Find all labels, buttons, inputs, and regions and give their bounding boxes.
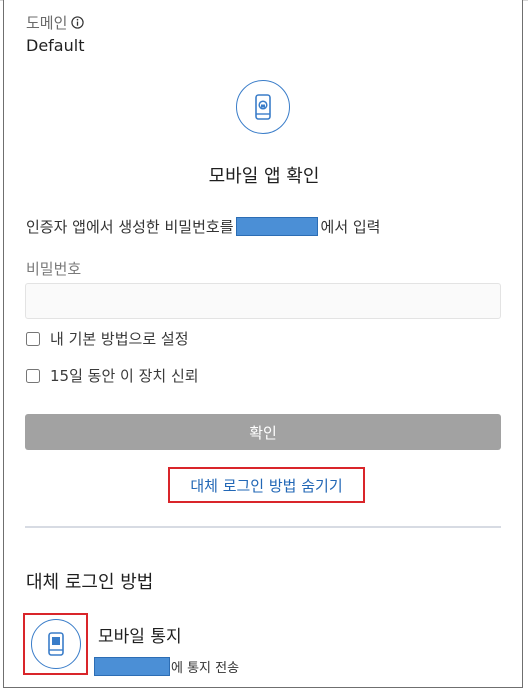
highlight-box-notification-icon bbox=[23, 613, 88, 675]
trust-device-checkbox[interactable] bbox=[26, 368, 40, 383]
mobile-notification-icon[interactable] bbox=[30, 619, 81, 669]
page-title: 모바일 앱 확인 bbox=[208, 166, 320, 187]
divider bbox=[25, 526, 501, 528]
redacted-app-name bbox=[235, 217, 318, 236]
alternative-method-title[interactable]: 모바일 통지 bbox=[98, 622, 182, 647]
password-label: 비밀번호 bbox=[26, 260, 82, 278]
alternatives-heading: 대체 로그인 방법 bbox=[26, 572, 154, 593]
mobile-app-icon bbox=[236, 80, 290, 134]
password-input[interactable] bbox=[25, 283, 501, 319]
trust-device-option[interactable]: 15일 동안 이 장치 신뢰 bbox=[26, 365, 199, 386]
highlight-box-hide-link: 대체 로그인 방법 숨기기 bbox=[168, 467, 365, 503]
trust-device-label: 15일 동안 이 장치 신뢰 bbox=[50, 367, 199, 385]
hide-alternatives-link[interactable]: 대체 로그인 방법 숨기기 bbox=[190, 475, 342, 496]
info-icon[interactable] bbox=[71, 16, 85, 29]
redacted-device-name bbox=[94, 657, 170, 676]
confirm-button[interactable]: 확인 bbox=[25, 414, 501, 450]
default-method-checkbox[interactable] bbox=[26, 331, 40, 346]
alternative-method-description: 에 통지 전송 bbox=[94, 657, 239, 676]
instruction-before: 인증자 앱에서 생성한 비밀번호를 bbox=[26, 218, 234, 236]
default-method-option[interactable]: 내 기본 방법으로 설정 bbox=[26, 328, 189, 349]
domain-value: Default bbox=[26, 36, 85, 55]
alternative-method-description-text: 에 통지 전송 bbox=[171, 661, 240, 676]
domain-label-text: 도메인 bbox=[26, 14, 68, 32]
instruction-text: 인증자 앱에서 생성한 비밀번호를 에서 입력 bbox=[26, 216, 380, 237]
domain-label: 도메인 bbox=[26, 12, 85, 33]
default-method-label: 내 기본 방법으로 설정 bbox=[50, 330, 189, 348]
instruction-after: 에서 입력 bbox=[320, 218, 381, 236]
